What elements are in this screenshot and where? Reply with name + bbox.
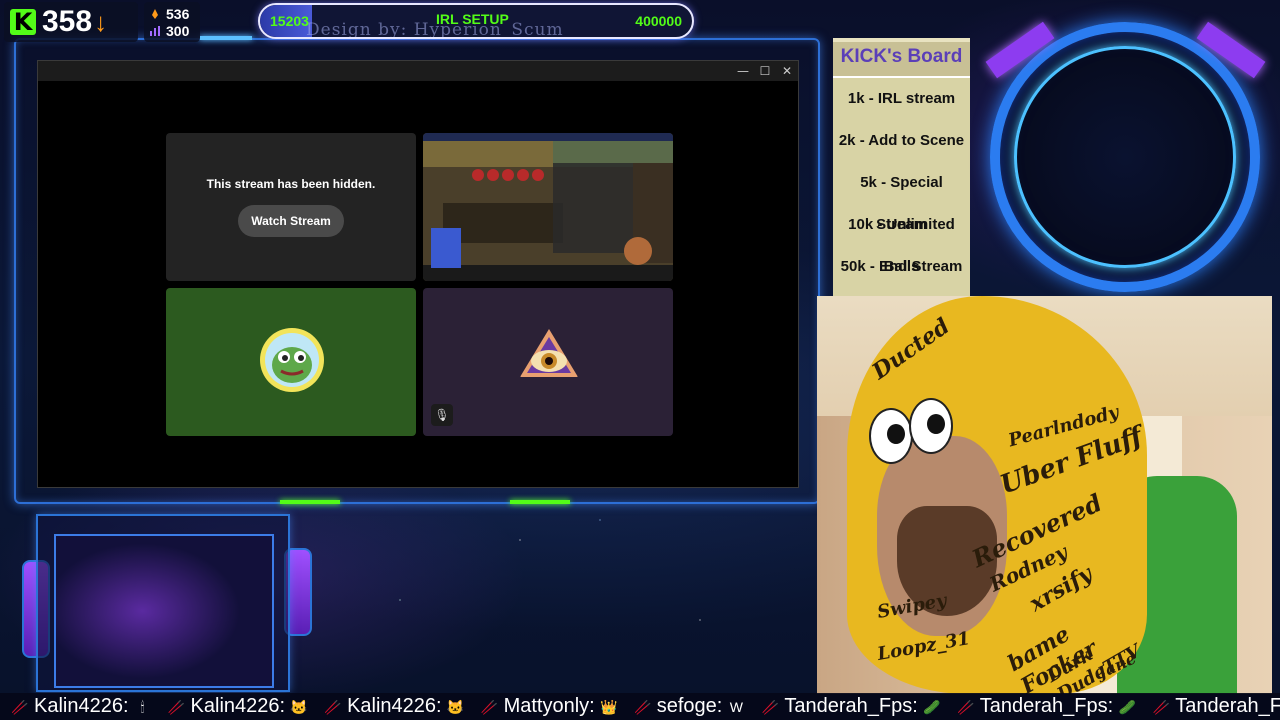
stats-box: 536 300 [144,2,200,42]
participant-tile-eye[interactable]: 🎙 [423,288,673,436]
stat-top: 536 [166,5,190,22]
goal-target: 400000 [635,13,682,29]
googly-eye-icon [869,408,913,464]
frame-accent [200,36,252,40]
kick-goal-board: KICK's Board 1k - IRL stream 2k - Add to… [833,38,970,296]
badge-icon: 🥢 [167,698,186,715]
maximize-button[interactable]: ☐ [754,61,776,81]
captured-window: — ☐ ✕ This stream has been hidden. Watch… [37,60,799,488]
frame-accent [510,500,570,504]
bars-icon [150,25,160,36]
goal-label: IRL SETUP [436,11,509,27]
minimize-button[interactable]: — [732,61,754,81]
chat-emote-icon: 🐱 [290,698,308,715]
chat-message: 🥢Tanderah_Fps:🥒 [952,695,1141,718]
chat-username: Tanderah_Fps: [1175,695,1280,717]
board-item: 1k - IRL stream [847,90,956,107]
participant-tile-pepe[interactable] [166,288,416,436]
stream-overlay: K 358 ↓ 536 300 Design by: Hyperion_Scum… [0,0,1280,720]
flame-icon [152,8,158,19]
chat-message: 🥢 sefoge: W [629,695,751,718]
arrow-down-icon: ↓ [94,6,108,37]
kick-logo-icon: K [10,9,36,35]
chat-message: 🥢Tanderah_Fps:🥒 [1147,695,1280,718]
chat-ticker: 🥢 Kalin4226: 🕯 🥢 Kalin4226: 🐱 🥢 Kalin4226: 🐱 🥢 Mat… [0,693,1280,720]
goal-progress-bar: Design by: Hyperion_Scum 15203 IRL SETUP… [258,3,694,39]
board-item: 10k - Unlimited Balls [848,216,955,275]
chat-message: 🥢 Kalin4226: 🐱 [319,695,470,718]
mini-frame [36,514,290,692]
chat-username: Kalin4226: [190,695,286,717]
chat-emote-icon: 🐱 [446,698,465,715]
badge-icon: 🥢 [480,698,499,715]
viewer-count: 358 [42,5,93,38]
chat-message: 🥢 Kalin4226: 🐱 [163,695,314,718]
badge-icon: 🥢 [634,698,652,715]
screen-share-tile[interactable] [423,133,673,281]
game-screenshot [423,133,673,281]
board-title: KICK's Board [833,42,970,78]
badge-icon: 🥢 [761,698,780,715]
window-titlebar: — ☐ ✕ [38,61,798,81]
goal-current: 15203 [270,13,309,29]
chat-message: 🥢 Kalin4226: 🕯 [6,695,157,718]
frame-accent [280,500,340,504]
badge-icon: 🥢 [324,698,342,715]
hidden-stream-message: This stream has been hidden. [206,177,376,191]
eye-avatar-icon [520,329,578,377]
chat-emote-icon: 👑 [600,698,618,715]
board-item: 2k - Add to Scene [838,132,965,149]
chat-message: 🥢Tanderah_Fps: 🥒 [756,695,945,718]
chat-emote-icon: 🥒 [923,698,941,715]
pepe-avatar-icon [260,328,324,392]
nebula-panel [54,534,274,688]
viewer-counter: K 358 ↓ [4,2,138,42]
board-item: 50k - End Stream [840,258,963,275]
design-credit: Design by: Hyperion_Scum [306,20,564,39]
board-item: 5k - Special Stream [860,174,943,233]
chat-emote-icon: W [729,698,743,715]
chat-username: Tanderah_Fps: [979,695,1114,717]
badge-icon: 🥢 [957,698,975,715]
watch-stream-button[interactable]: Watch Stream [238,205,344,237]
chat-username: sefoge: [656,695,723,717]
portal-ring [990,22,1260,292]
chat-username: Kalin4226: [347,695,442,717]
badge-icon: 🥢 [1152,698,1170,715]
chat-username: Tanderah_Fps: [784,695,918,717]
mic-muted-icon: 🎙 [431,404,453,426]
hidden-stream-tile: This stream has been hidden. Watch Strea… [166,133,416,281]
googly-eye-icon [909,398,953,454]
chat-emote-icon: 🥒 [1118,698,1136,715]
chat-username: Kalin4226: [34,695,129,717]
close-button[interactable]: ✕ [776,61,798,81]
chat-message: 🥢 Mattyonly: 👑 [476,695,623,718]
webcam-feed: Uber Fluff Recovered Rodney Pearlndody x… [817,296,1272,694]
banana-costume: Uber Fluff Recovered Rodney Pearlndody x… [847,296,1147,694]
badge-icon: 🥢 [11,698,29,715]
chat-emote-icon: 🕯 [140,698,145,715]
chat-username: Mattyonly: [503,695,595,717]
stat-bottom: 300 [166,22,190,39]
portal-inner-ring [1014,46,1236,268]
